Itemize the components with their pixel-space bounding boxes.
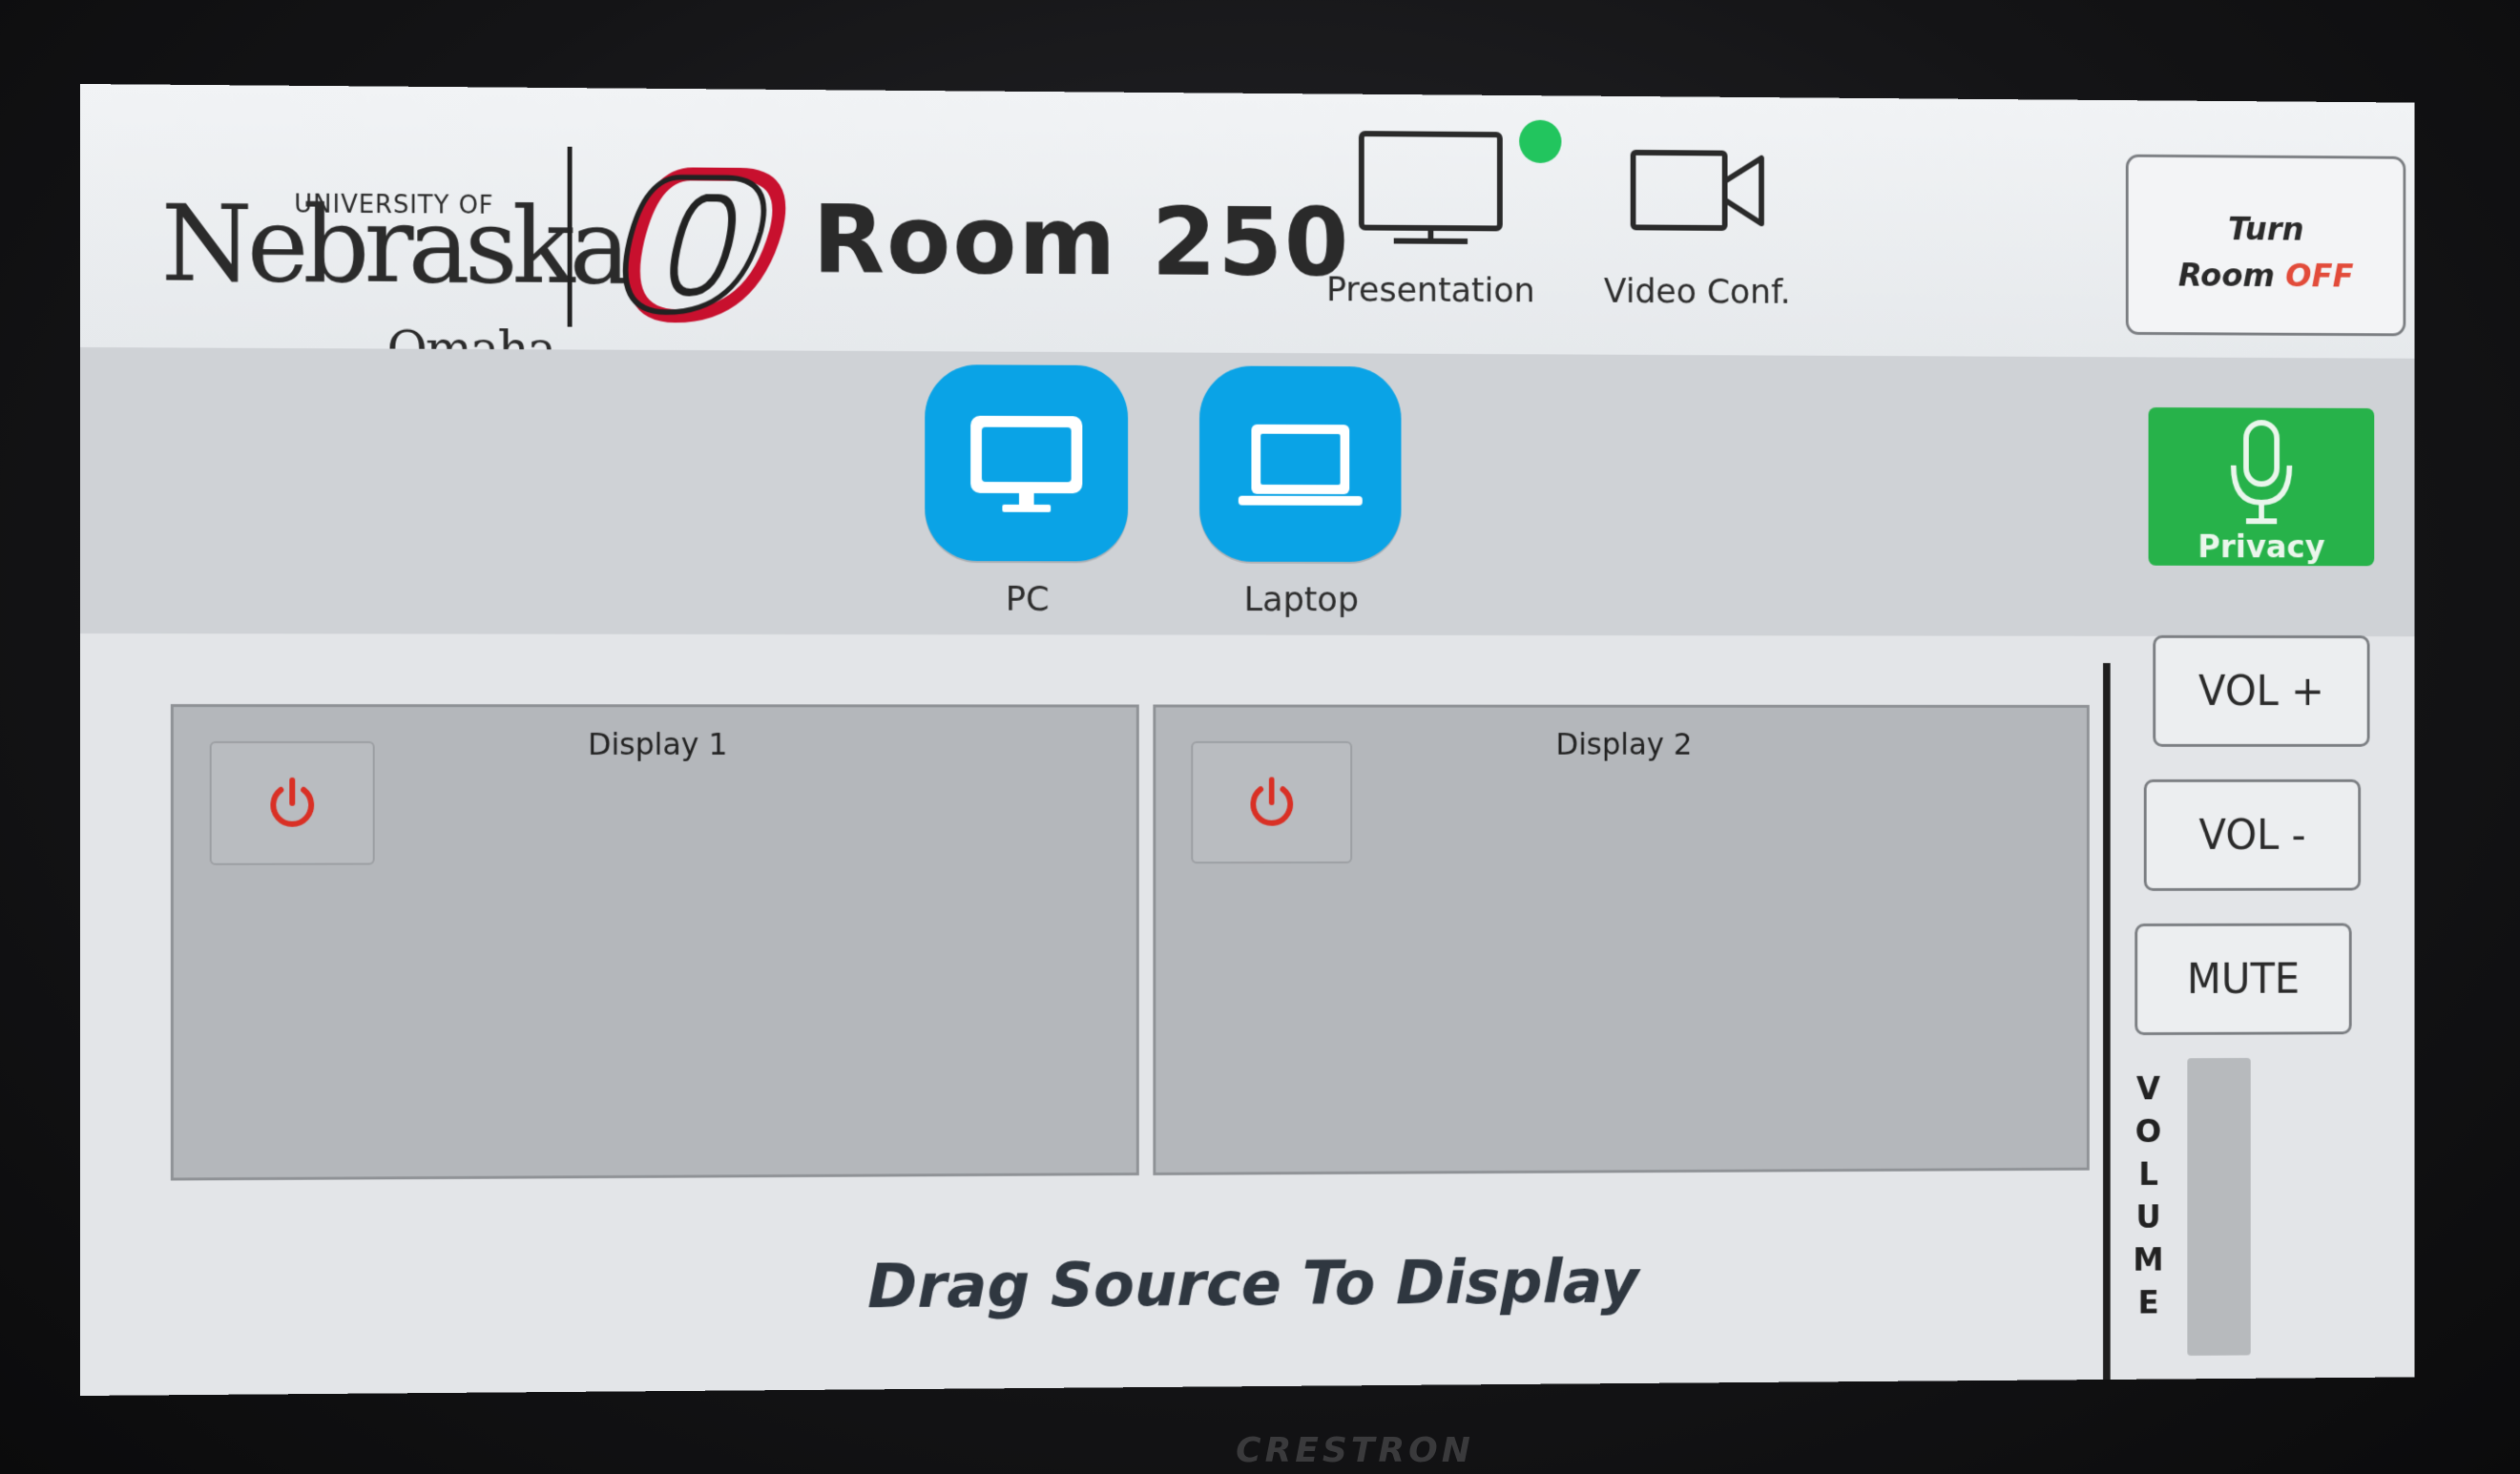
volume-letter: V xyxy=(2136,1069,2161,1109)
desktop-monitor-icon xyxy=(970,415,1083,512)
o-logo-icon xyxy=(620,164,789,326)
header-divider xyxy=(567,146,573,327)
display-1-drop-target[interactable]: Display 1 xyxy=(170,704,1139,1181)
turn-off-line1: Turn xyxy=(2228,210,2304,249)
volume-vertical-label: V O L U M E xyxy=(2126,1068,2171,1324)
monitor-icon xyxy=(1352,122,1509,255)
volume-letter: M xyxy=(2133,1241,2164,1279)
mode-video-conf-label: Video Conf. xyxy=(1603,272,1791,312)
source-laptop-label: Laptop xyxy=(1243,580,1359,620)
privacy-label: Privacy xyxy=(2197,528,2325,567)
mode-presentation-label: Presentation xyxy=(1325,270,1535,311)
turn-off-line2: Room OFF xyxy=(2129,252,2404,300)
display-1-power-button[interactable] xyxy=(209,740,375,865)
volume-letter: U xyxy=(2135,1198,2161,1236)
volume-letter: E xyxy=(2137,1284,2159,1322)
mode-presentation[interactable]: Presentation xyxy=(1311,122,1551,349)
turn-off-off-text: OFF xyxy=(2285,257,2354,296)
turn-room-off-button[interactable]: Turn Room OFF xyxy=(2125,154,2406,337)
display-2-drop-target[interactable]: Display 2 xyxy=(1153,704,2090,1175)
source-pc-label: PC xyxy=(1005,579,1050,619)
device-brand: CRESTRON xyxy=(1236,1431,1474,1470)
touch-screen: UNIVERSITY OF Nebraska Omaha Room 250 Pr… xyxy=(80,84,2415,1396)
display-2-power-button[interactable] xyxy=(1191,740,1353,864)
power-icon xyxy=(1244,774,1300,830)
university-logo: UNIVERSITY OF Nebraska Omaha xyxy=(161,154,626,380)
room-title: Room 250 xyxy=(812,184,1351,299)
laptop-icon xyxy=(1238,424,1363,506)
mode-video-conf[interactable]: Video Conf. xyxy=(1578,124,1817,350)
source-pc[interactable]: PC xyxy=(925,364,1130,619)
microphone-icon xyxy=(2220,417,2301,529)
volume-level-bar[interactable] xyxy=(2187,1057,2251,1356)
volume-letter: L xyxy=(2138,1155,2158,1194)
volume-letter: O xyxy=(2135,1112,2162,1151)
power-icon xyxy=(263,775,321,832)
turn-off-room-text: Room xyxy=(2177,257,2286,295)
drag-instruction: Drag Source To Display xyxy=(867,1247,1639,1323)
privacy-button[interactable]: Privacy xyxy=(2148,407,2375,567)
header: UNIVERSITY OF Nebraska Omaha Room 250 Pr… xyxy=(80,84,2415,380)
source-laptop-tile[interactable] xyxy=(1199,365,1402,563)
volume-up-button[interactable]: VOL + xyxy=(2153,634,2370,747)
logo-name-text: Nebraska xyxy=(160,182,626,308)
mute-button[interactable]: MUTE xyxy=(2135,923,2352,1036)
source-pc-tile[interactable] xyxy=(925,364,1129,562)
volume-down-button[interactable]: VOL - xyxy=(2143,779,2362,891)
volume-divider xyxy=(2103,663,2111,1381)
source-laptop[interactable]: Laptop xyxy=(1199,365,1403,619)
video-camera-icon xyxy=(1619,124,1775,256)
